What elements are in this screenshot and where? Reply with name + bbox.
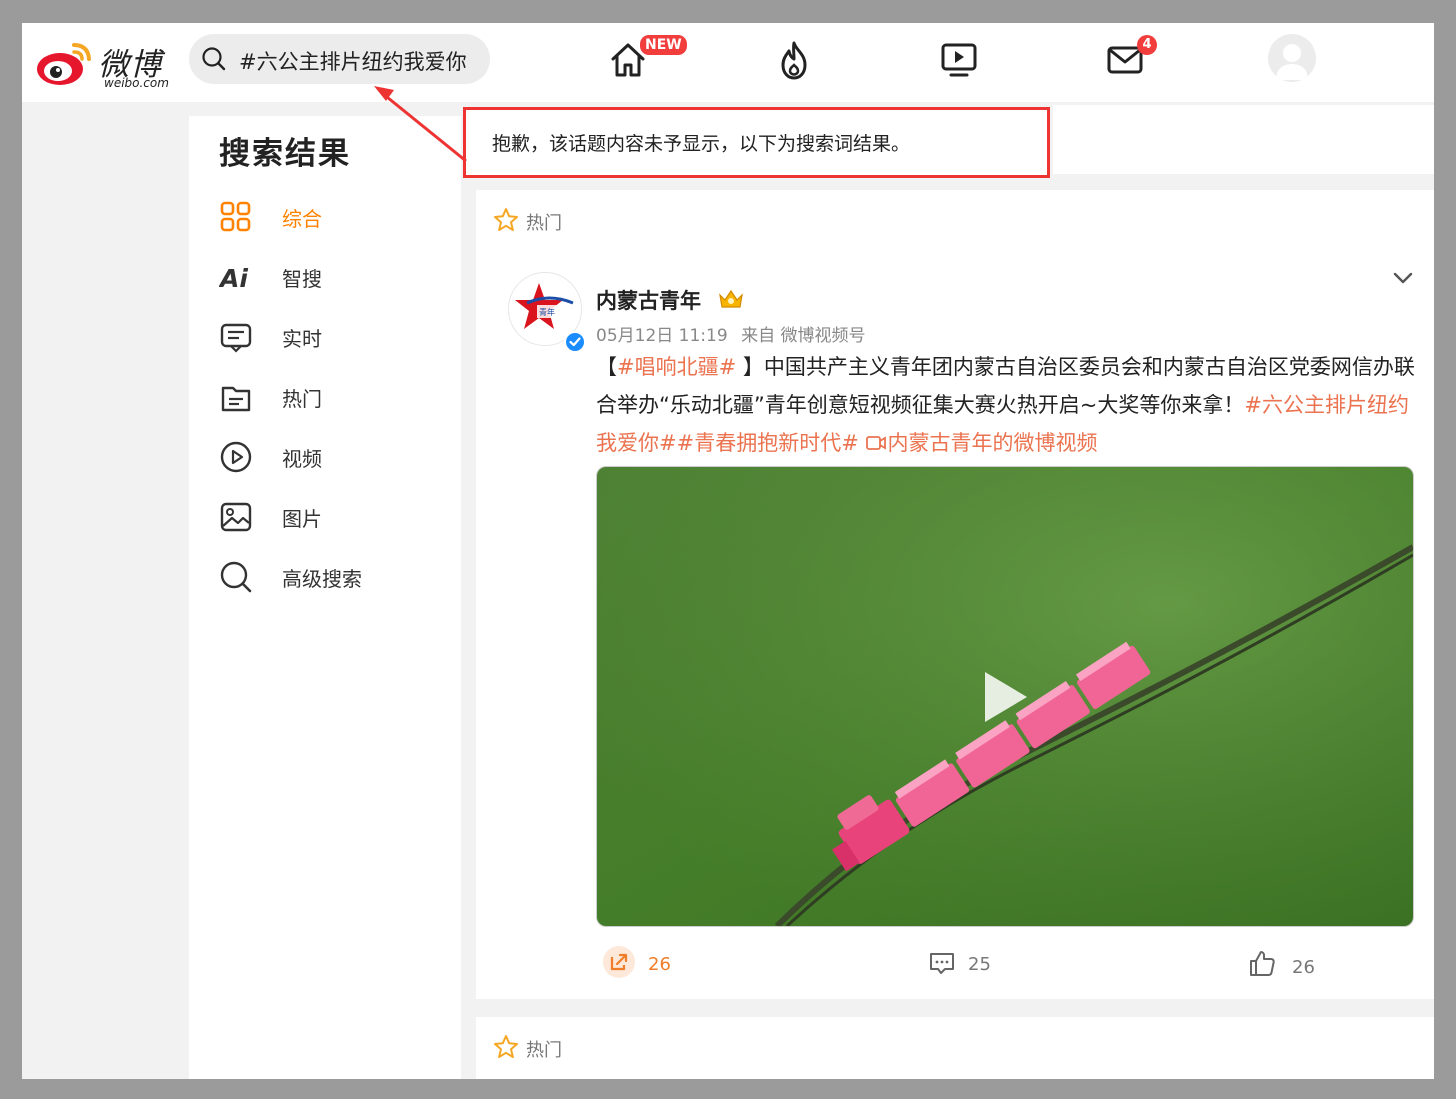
image-icon — [220, 502, 252, 532]
comment-icon — [930, 953, 954, 974]
sidebar-item-label: 图片 — [282, 507, 322, 531]
hot-tag-label: 热门 — [526, 213, 562, 234]
grid-icon — [220, 201, 251, 232]
hidden-topic-notice: 抱歉，该话题内容未予显示，以下为搜索词结果。 — [463, 107, 1050, 178]
play-circle-icon — [220, 441, 252, 473]
video-link-text[interactable]: 内蒙古青年的微博视频 — [888, 431, 1098, 455]
video-thumbnail — [597, 467, 1413, 926]
sidebar-item-video[interactable]: 视频 — [219, 436, 449, 476]
sidebar-item-advanced-search[interactable]: 高级搜索 — [219, 556, 449, 596]
realtime-icon — [220, 323, 252, 353]
svg-text:青年: 青年 — [539, 307, 555, 317]
post-meta: 05月12日 11:19 来自 微博视频号 — [596, 321, 873, 346]
search-sidebar: 搜索结果 综合 Ai 智搜 实时 热门 视频 图片 高级搜索 — [189, 116, 461, 1079]
notice-text: 抱歉，该话题内容未予显示，以下为搜索词结果。 — [492, 133, 911, 155]
sidebar-item-label: 实时 — [282, 327, 322, 351]
search-icon — [202, 47, 226, 71]
message-count-badge: 4 — [1137, 35, 1157, 55]
ai-icon: Ai — [219, 264, 248, 293]
logo-domain: weibo.com — [104, 76, 169, 90]
sidebar-item-label: 视频 — [282, 447, 322, 471]
search-input[interactable]: #六公主排片纽约我爱你 — [189, 34, 490, 84]
post-card-2: 热门 — [476, 1017, 1434, 1079]
sidebar-item-images[interactable]: 图片 — [219, 496, 449, 536]
sidebar-item-label: 综合 — [282, 207, 322, 231]
new-badge: NEW — [640, 35, 687, 55]
sidebar-item-ai-search[interactable]: Ai 智搜 — [219, 256, 449, 296]
sidebar-item-label: 高级搜索 — [282, 567, 362, 591]
hot-tag-label: 热门 — [526, 1040, 562, 1061]
bracket-open: 【 — [596, 355, 617, 379]
user-avatar[interactable] — [1268, 34, 1316, 82]
svg-text:Ai: Ai — [219, 264, 248, 293]
author-name-text[interactable]: 内蒙古青年 — [596, 289, 701, 313]
sidebar-title: 搜索结果 — [219, 136, 351, 172]
repost-button[interactable]: 26 — [602, 945, 702, 985]
thumbs-up-icon — [1250, 951, 1275, 976]
search-icon — [220, 561, 252, 593]
post-card: 热门 青年 内蒙古青年 05月12日 11:19 来自 微博视频号 【#唱响北疆… — [476, 190, 1434, 999]
gold-user-badge-icon — [719, 289, 744, 308]
video-link[interactable]: 内蒙古青年的微博视频 — [865, 431, 1098, 455]
post-actions: 26 25 26 — [476, 945, 1434, 995]
author-name[interactable]: 内蒙古青年 — [596, 285, 746, 315]
sidebar-item-realtime[interactable]: 实时 — [219, 316, 449, 356]
verified-badge — [564, 331, 586, 353]
repost-icon — [603, 946, 635, 978]
search-query-text[interactable]: #六公主排片纽约我爱你 — [239, 46, 467, 76]
checkmark-icon — [569, 337, 581, 347]
topic-link-qingchun[interactable]: #青春拥抱新时代# — [677, 431, 859, 455]
hot-doc-icon — [221, 386, 251, 412]
like-button[interactable]: 26 — [1248, 945, 1348, 985]
sidebar-item-label: 热门 — [282, 387, 322, 411]
video-icon[interactable] — [939, 40, 979, 80]
chevron-down-icon[interactable] — [1391, 266, 1415, 290]
star-icon — [494, 1035, 518, 1058]
sidebar-item-label: 智搜 — [282, 267, 322, 291]
like-count: 26 — [1292, 957, 1315, 978]
weibo-eye-icon — [37, 43, 91, 85]
weibo-logo[interactable]: 微博 weibo.com — [36, 35, 186, 91]
hot-flame-icon[interactable] — [774, 40, 814, 82]
post-content: 【#唱响北疆# 】中国共产主义青年团内蒙古自治区委员会和内蒙古自治区党委网信办联… — [596, 348, 1421, 462]
repost-count: 26 — [648, 954, 671, 975]
comment-count: 25 — [968, 954, 991, 975]
star-icon — [494, 208, 518, 231]
video-player[interactable] — [596, 466, 1414, 927]
notice-background — [1053, 105, 1434, 174]
post-date[interactable]: 05月12日 11:19 — [596, 326, 728, 346]
sidebar-item-comprehensive[interactable]: 综合 — [219, 196, 449, 236]
sidebar-item-hot[interactable]: 热门 — [219, 376, 449, 416]
topic-link-changxiang-beijiang[interactable]: #唱响北疆# — [617, 355, 736, 379]
comment-button[interactable]: 25 — [928, 945, 1028, 985]
video-link-icon — [865, 436, 886, 450]
top-navigation-bar: 微博 weibo.com #六公主排片纽约我爱你 NEW 4 — [22, 23, 1434, 102]
post-source: 来自 微博视频号 — [741, 326, 866, 346]
avatar-placeholder-icon — [1276, 44, 1308, 80]
browser-window: 微博 weibo.com #六公主排片纽约我爱你 NEW 4 搜索结果 综合 A… — [22, 23, 1434, 1079]
